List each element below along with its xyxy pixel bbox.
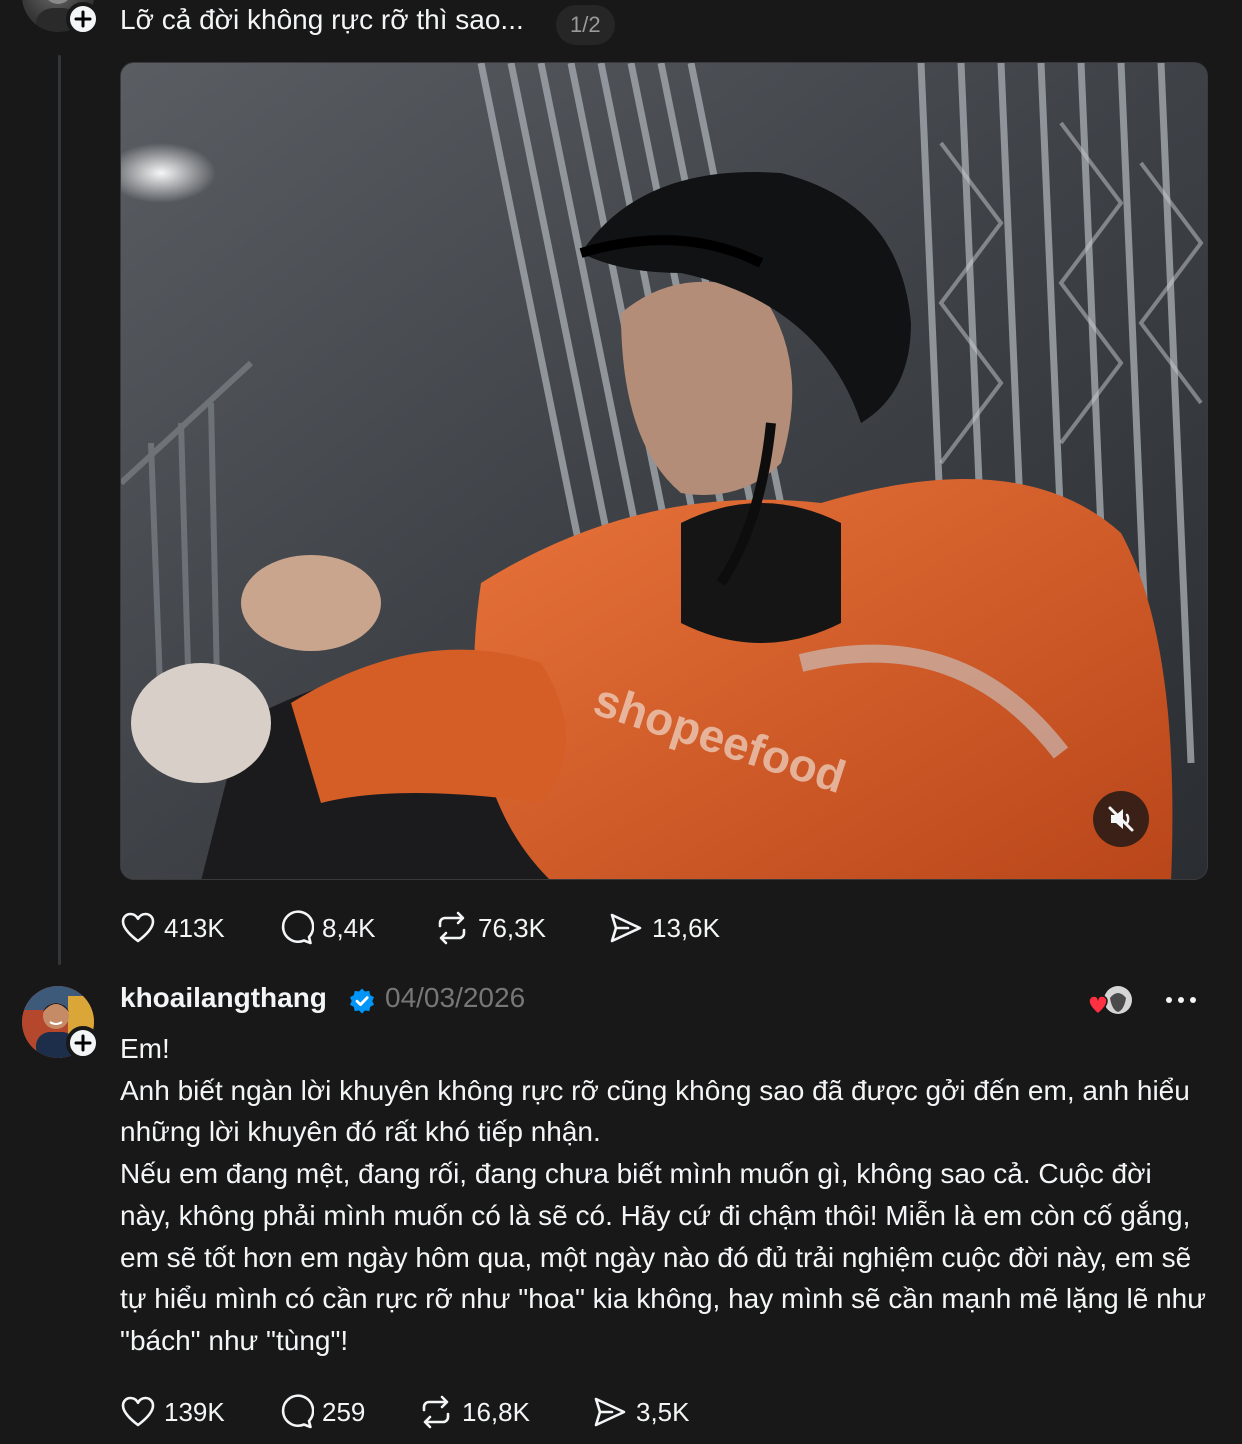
post-body-line: Em!: [120, 1033, 170, 1064]
heart-icon: [120, 910, 156, 946]
repost-button[interactable]: 76,3K: [434, 910, 608, 946]
heart-icon: [120, 1394, 156, 1430]
media-counter: 1/2: [556, 5, 615, 45]
share-count: 13,6K: [652, 912, 720, 943]
post-body-line: Nếu em đang mệt, đang rối, đang chưa biế…: [120, 1158, 1206, 1356]
username[interactable]: khoailangthang: [120, 982, 327, 1014]
post-body: Em! Anh biết ngàn lời khuyên không rực r…: [120, 1028, 1210, 1362]
reply-count: 259: [322, 1396, 366, 1427]
liked-by-avatar-icon[interactable]: [1088, 984, 1134, 1018]
thread-line: [58, 55, 61, 965]
post-text: Lỡ cả đời không rực rỡ thì sao...: [120, 4, 524, 35]
post-actions: 413K 8,4K 76,3K 13,6K: [120, 906, 720, 950]
repost-arrows-icon: [418, 1394, 454, 1430]
share-count: 3,5K: [636, 1396, 690, 1427]
like-button[interactable]: 139K: [120, 1394, 278, 1430]
follow-plus-icon[interactable]: [66, 2, 100, 36]
speaker-muted-icon[interactable]: [1093, 791, 1149, 847]
more-dots-icon[interactable]: [1166, 990, 1196, 1010]
comment-bubble-icon: [278, 1394, 314, 1430]
comment-bubble-icon: [278, 910, 314, 946]
like-count: 413K: [164, 912, 225, 943]
reply-count: 8,4K: [322, 912, 376, 943]
like-button[interactable]: 413K: [120, 910, 278, 946]
video-frame: shopeefood: [121, 63, 1207, 879]
post-date: 04/03/2026: [385, 982, 526, 1013]
follow-plus-icon[interactable]: [66, 1026, 100, 1060]
share-button[interactable]: 3,5K: [592, 1394, 690, 1430]
repost-arrows-icon: [434, 910, 470, 946]
send-paper-plane-icon: [608, 910, 644, 946]
reply-button[interactable]: 8,4K: [278, 910, 434, 946]
reply-button[interactable]: 259: [278, 1394, 418, 1430]
verified-badge-icon: [348, 987, 376, 1020]
repost-count: 16,8K: [462, 1396, 530, 1427]
share-button[interactable]: 13,6K: [608, 910, 720, 946]
post-body-line: Anh biết ngàn lời khuyên không rực rỡ cũ…: [120, 1074, 1190, 1148]
send-paper-plane-icon: [592, 1394, 628, 1430]
video-player[interactable]: shopeefood: [120, 62, 1208, 880]
repost-count: 76,3K: [478, 912, 546, 943]
repost-button[interactable]: 16,8K: [418, 1394, 592, 1430]
post-actions: 139K 259 16,8K 3,5K: [120, 1390, 690, 1434]
like-count: 139K: [164, 1396, 225, 1427]
